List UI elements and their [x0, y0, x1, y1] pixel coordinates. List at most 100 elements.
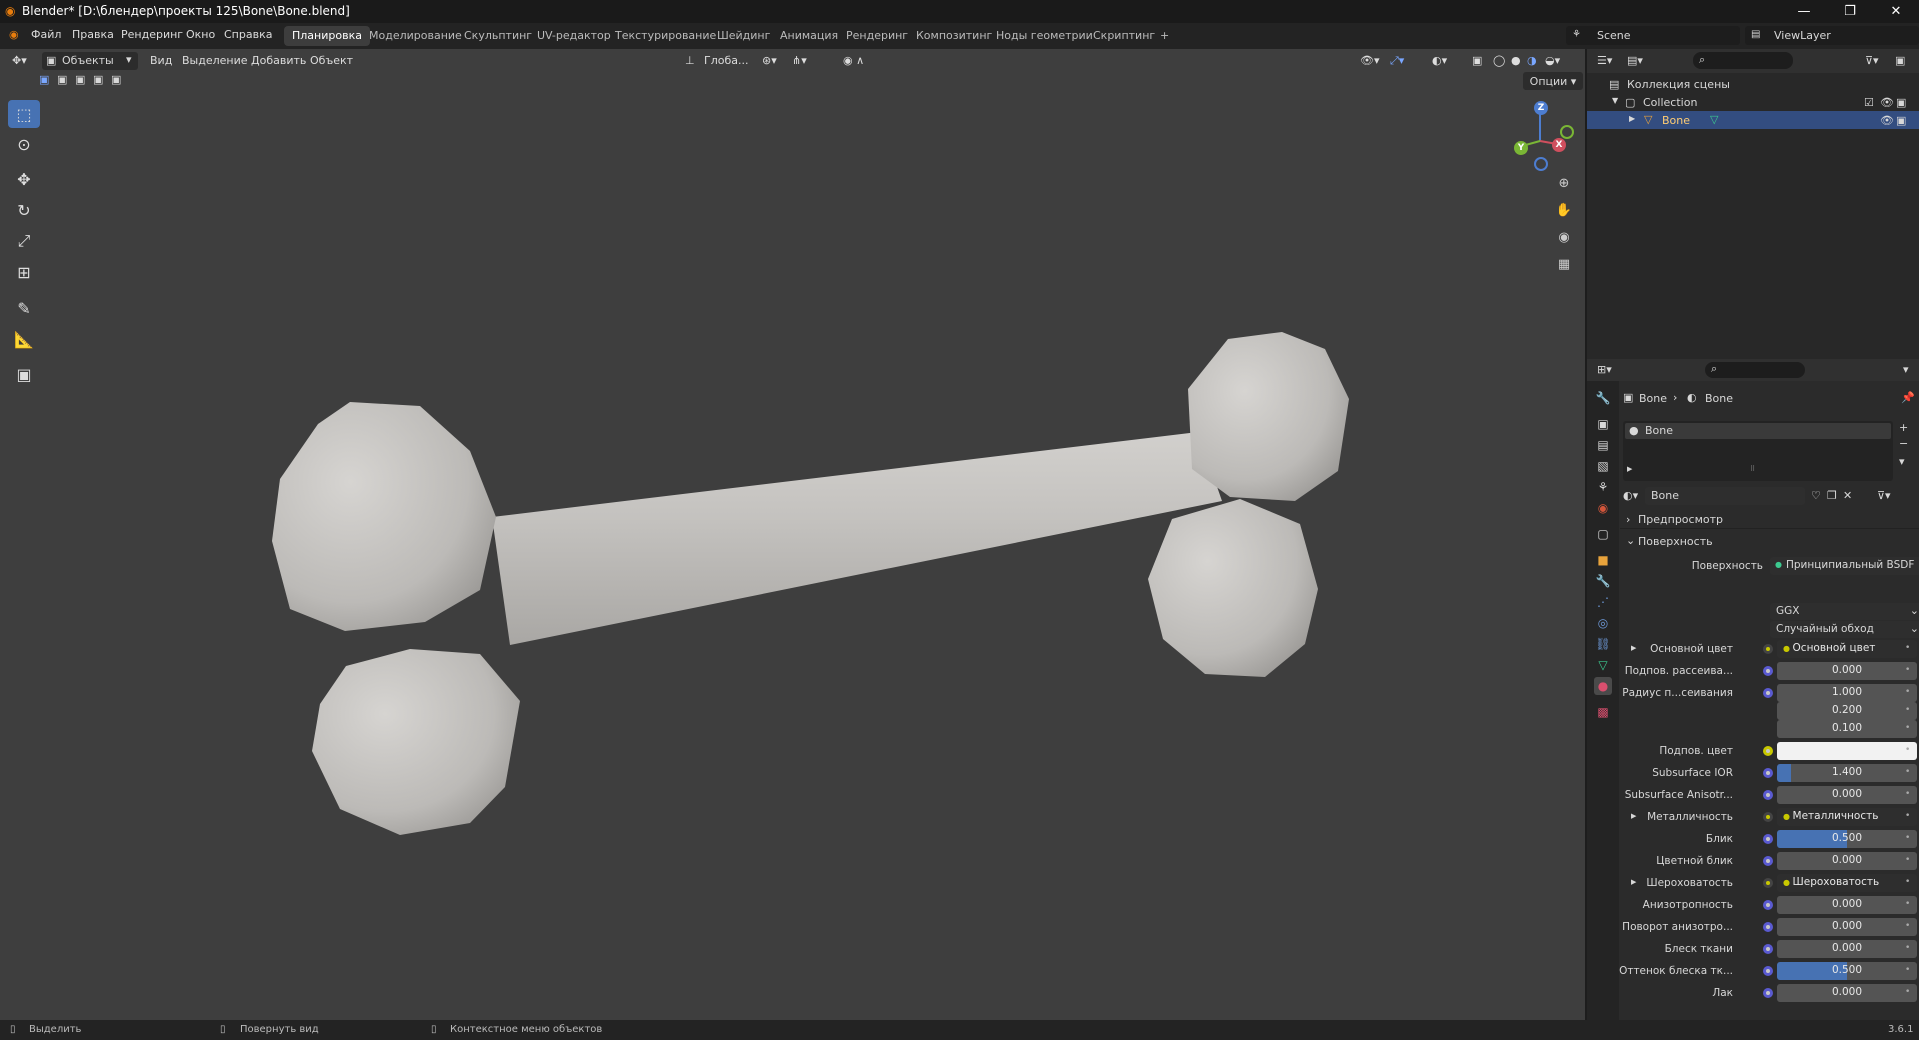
object-tab-icon[interactable]: ■ — [1594, 551, 1612, 569]
tab-shading[interactable]: Шейдинг — [709, 26, 778, 46]
socket-icon[interactable] — [1763, 790, 1773, 800]
preview-panel-header[interactable]: › Предпросмотр — [1620, 509, 1919, 529]
material-name-field[interactable]: Bone — [1645, 487, 1805, 505]
number-field[interactable]: 0.000 — [1777, 786, 1917, 804]
ortho-grid-icon[interactable]: ▦ — [1554, 257, 1574, 277]
maximize-button[interactable]: ❐ — [1827, 0, 1873, 23]
transform-orientation-icon[interactable]: ⊥ — [685, 54, 695, 67]
subsurface-method-dropdown[interactable]: Случайный обход ⌄ — [1770, 621, 1919, 638]
socket-icon[interactable] — [1763, 944, 1773, 954]
fake-user-icon[interactable]: ♡ — [1811, 489, 1821, 502]
solid-shading-icon[interactable]: ● — [1511, 54, 1521, 67]
socket-icon[interactable] — [1763, 746, 1773, 756]
color-swatch[interactable] — [1777, 742, 1917, 760]
expand-arrow-icon[interactable]: ▶ — [1627, 465, 1632, 473]
neg-y-axis-icon[interactable] — [1560, 125, 1574, 139]
socket-icon[interactable] — [1763, 644, 1773, 654]
camera-icon[interactable]: ▣ — [1896, 114, 1906, 127]
socket-icon[interactable] — [1763, 834, 1773, 844]
exclude-checkbox[interactable]: ☑ — [1864, 96, 1874, 109]
filter-icon[interactable]: ⊽▾ — [1865, 54, 1879, 67]
properties-search-input[interactable]: ⌕ — [1705, 362, 1805, 378]
eye-icon[interactable]: 👁 — [1880, 114, 1894, 127]
modifier-tab-icon[interactable]: 🔧 — [1594, 572, 1612, 590]
select-subtract-icon[interactable]: ▣ — [75, 73, 85, 86]
y-axis-icon[interactable]: Y — [1514, 141, 1528, 155]
outliner-editor-icon[interactable]: ☰▾ — [1597, 54, 1612, 67]
number-field[interactable]: 0.000 — [1777, 940, 1917, 958]
overlay-icon[interactable]: ◐▾ — [1432, 54, 1447, 67]
keyframe-dot-icon[interactable]: • — [1905, 745, 1910, 755]
keyframe-dot-icon[interactable]: • — [1905, 943, 1910, 953]
properties-editor-icon[interactable]: ⊞▾ — [1597, 363, 1612, 376]
mode-selector[interactable]: ▣ Объекты ▾ — [42, 52, 138, 70]
keyframe-dot-icon[interactable]: • — [1905, 855, 1910, 865]
node-tree-icon[interactable]: ⊽▾ — [1877, 489, 1891, 502]
number-field[interactable]: 0.000 — [1777, 984, 1917, 1002]
socket-icon[interactable] — [1763, 688, 1773, 698]
number-field[interactable]: 0.500 — [1777, 830, 1917, 848]
chevron-down-icon[interactable]: ▾ — [1903, 363, 1909, 376]
distribution-dropdown[interactable]: GGX ⌄ — [1770, 603, 1919, 620]
expand-arrow-icon[interactable]: ▼ — [1612, 96, 1618, 105]
add-slot-button[interactable]: + — [1899, 421, 1908, 434]
visibility-icon[interactable]: 👁▾ — [1360, 54, 1380, 67]
camera-icon[interactable]: ▣ — [1896, 96, 1906, 109]
expand-arrow-icon[interactable]: ▶ — [1629, 114, 1635, 123]
select-invert-icon[interactable]: ▣ — [93, 73, 103, 86]
socket-icon[interactable] — [1763, 666, 1773, 676]
outliner-row-collection[interactable]: ▼ ▢ Collection ☑ 👁 ▣ — [1587, 93, 1919, 111]
socket-icon[interactable] — [1763, 966, 1773, 976]
neg-z-axis-icon[interactable] — [1534, 157, 1548, 171]
tab-compositing[interactable]: Композитинг — [908, 26, 1000, 46]
expand-arrow-icon[interactable]: ▶ — [1631, 812, 1636, 820]
tab-rendering[interactable]: Рендеринг — [838, 26, 916, 46]
tool-tab-icon[interactable]: 🔧 — [1594, 389, 1612, 407]
xray-icon[interactable]: ▣ — [1472, 54, 1482, 67]
number-field[interactable]: 0.000 — [1777, 852, 1917, 870]
eye-icon[interactable]: 👁 — [1880, 96, 1894, 109]
material-browse-icon[interactable]: ◐▾ — [1623, 489, 1638, 502]
tab-sculpting[interactable]: Скульптинг — [456, 26, 540, 46]
menu-file[interactable]: Файл — [31, 28, 61, 41]
tab-texture-paint[interactable]: Текстурирование — [607, 26, 724, 46]
measure-tool-icon[interactable]: 📐 — [8, 325, 40, 353]
material-shading-icon[interactable]: ◑ — [1527, 54, 1537, 67]
add-workspace-button[interactable]: + — [1152, 26, 1177, 46]
socket-icon[interactable] — [1763, 922, 1773, 932]
new-collection-icon[interactable]: ▣ — [1895, 54, 1905, 67]
bone-mesh-render[interactable] — [0, 49, 1585, 1020]
keyframe-dot-icon[interactable]: • — [1905, 965, 1910, 975]
slot-specials-icon[interactable]: ▾ — [1899, 455, 1905, 468]
keyframe-dot-icon[interactable]: • — [1905, 687, 1910, 697]
tab-layout[interactable]: Планировка — [284, 26, 370, 46]
rotate-tool-icon[interactable]: ↻ — [8, 196, 40, 224]
menu-window[interactable]: Окно — [186, 28, 215, 41]
socket-icon[interactable] — [1763, 856, 1773, 866]
rendered-shading-icon[interactable]: ◒▾ — [1545, 54, 1560, 67]
number-field[interactable]: 0.000 — [1777, 918, 1917, 936]
annotate-tool-icon[interactable]: ✎ — [8, 294, 40, 322]
pivot-point-icon[interactable]: ⊛▾ — [762, 54, 777, 67]
keyframe-dot-icon[interactable]: • — [1905, 723, 1910, 733]
camera-view-icon[interactable]: ◉ — [1554, 230, 1574, 250]
select-box-tool-icon[interactable]: ⬚ — [8, 100, 40, 128]
keyframe-dot-icon[interactable]: • — [1905, 643, 1910, 653]
display-mode-icon[interactable]: ▤▾ — [1627, 54, 1643, 67]
keyframe-dot-icon[interactable]: • — [1905, 811, 1910, 821]
material-slot-item[interactable]: ● Bone — [1625, 423, 1891, 439]
view-layer-selector[interactable]: ▤ ViewLayer — [1745, 26, 1919, 45]
transform-tool-icon[interactable]: ⊞ — [8, 258, 40, 286]
unlink-icon[interactable]: ✕ — [1843, 489, 1852, 502]
menu-render[interactable]: Рендеринг — [121, 28, 183, 41]
keyframe-dot-icon[interactable]: • — [1905, 789, 1910, 799]
remove-slot-button[interactable]: − — [1899, 437, 1908, 450]
render-tab-icon[interactable]: ▣ — [1594, 415, 1612, 433]
linked-input-field[interactable]: ● Основной цвет — [1777, 640, 1917, 658]
menu-view[interactable]: Вид — [150, 54, 172, 67]
view-layer-tab-icon[interactable]: ▧ — [1594, 457, 1612, 475]
tab-modeling[interactable]: Моделирование — [361, 26, 470, 46]
menu-help[interactable]: Справка — [224, 28, 272, 41]
number-field[interactable]: 1.000 — [1777, 684, 1917, 702]
zoom-icon[interactable]: ⊕ — [1554, 176, 1574, 196]
